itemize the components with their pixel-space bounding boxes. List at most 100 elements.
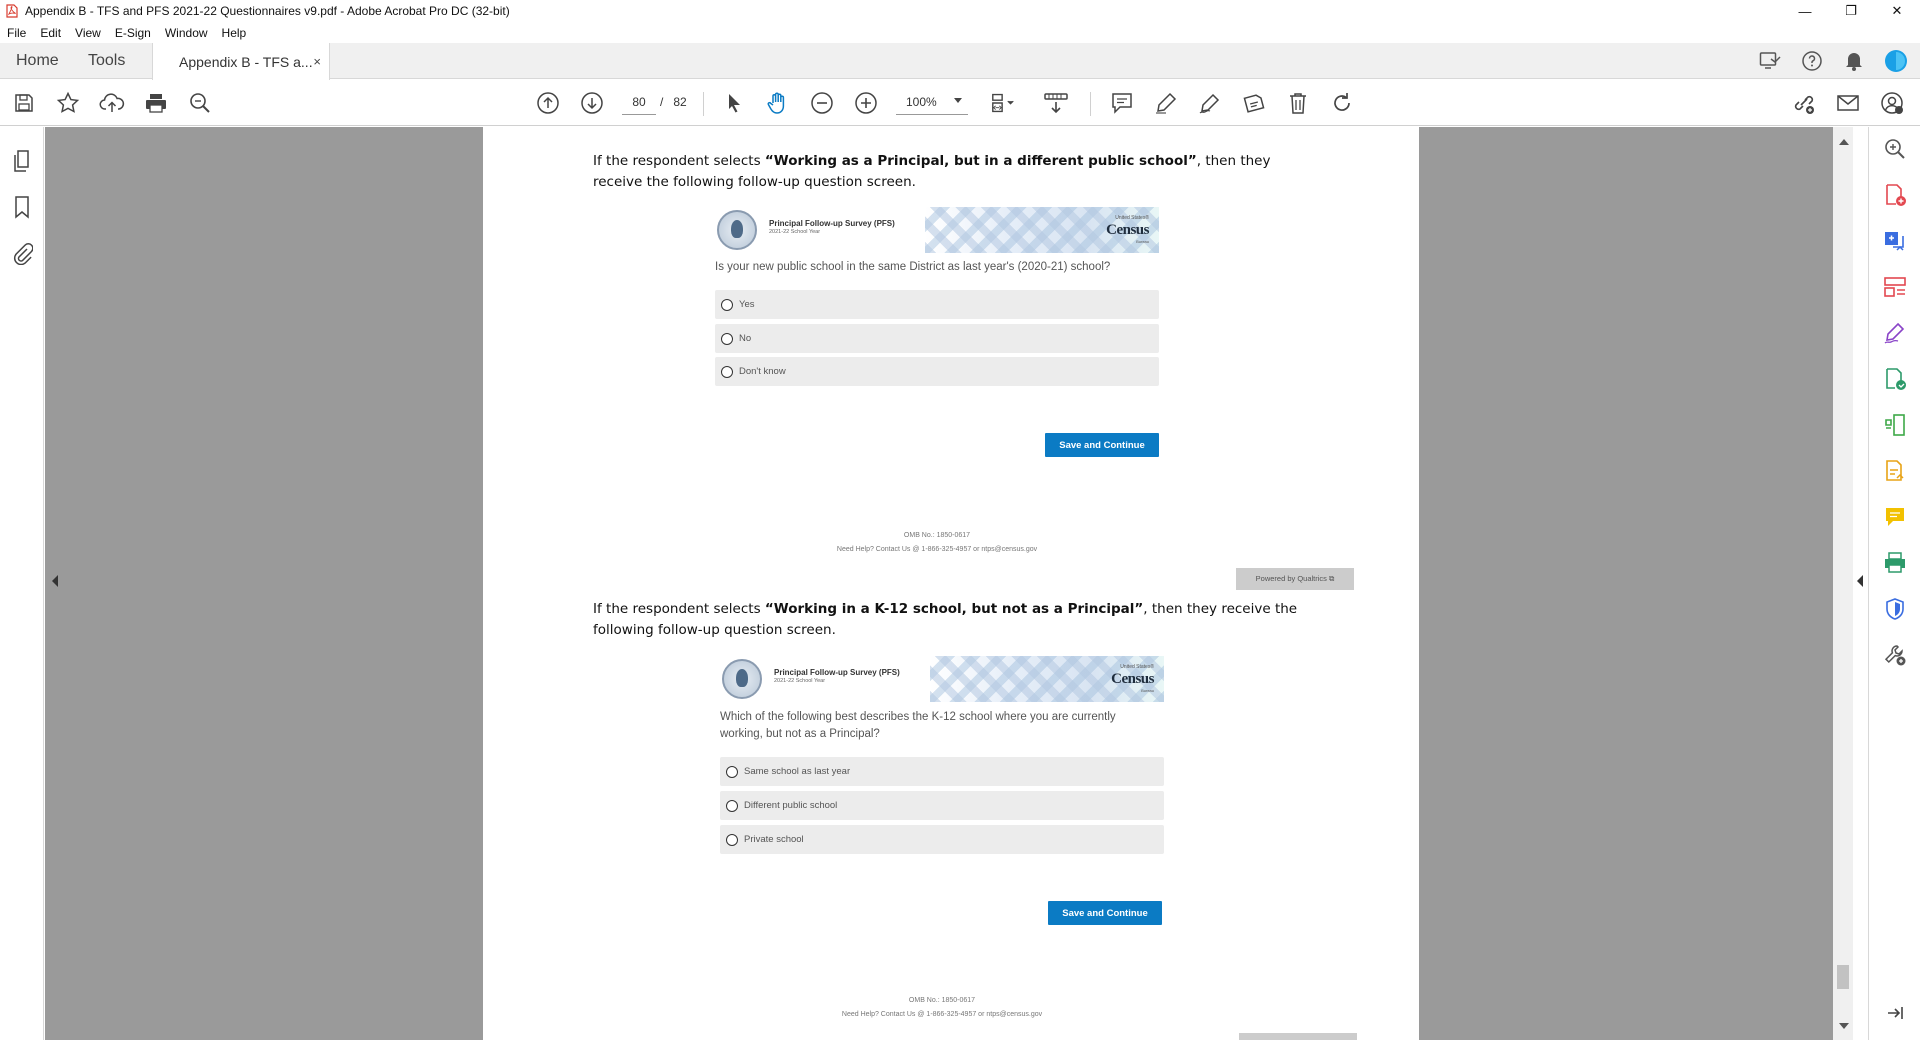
option-different-public-school[interactable]: Different public school (720, 791, 1164, 820)
option-dont-know[interactable]: Don't know (715, 357, 1159, 386)
bookmark-star-icon[interactable] (54, 89, 82, 117)
pdf-page: If the respondent selects “Working as a … (483, 127, 1419, 1040)
rotate-icon[interactable] (1328, 89, 1356, 117)
tab-home[interactable]: Home (16, 43, 59, 79)
sign-icon[interactable] (1196, 89, 1224, 117)
radio-button[interactable] (721, 365, 733, 378)
option-private-school[interactable]: Private school (720, 825, 1164, 854)
help-icon[interactable] (1800, 49, 1824, 73)
minimize-button[interactable]: — (1782, 0, 1828, 22)
option-label: Different public school (744, 800, 838, 811)
account-icon[interactable] (1878, 89, 1906, 117)
expand-pane-icon[interactable] (1883, 1001, 1907, 1025)
radio-button[interactable] (726, 799, 738, 812)
close-tab-icon[interactable]: × (313, 54, 321, 69)
menu-bar: File Edit View E-Sign Window Help (0, 22, 1920, 43)
menu-help[interactable]: Help (222, 26, 247, 40)
option-no[interactable]: No (715, 324, 1159, 353)
census-logo: United States® Census Bureau (1106, 215, 1149, 244)
menu-file[interactable]: File (7, 26, 26, 40)
notifications-bell-icon[interactable] (1842, 49, 1866, 73)
radio-button[interactable] (726, 765, 738, 778)
vertical-scrollbar[interactable] (1833, 127, 1853, 1040)
tab-row: Home Tools Appendix B - TFS a... × (0, 43, 1920, 80)
option-label: Yes (739, 299, 755, 310)
share-screen-icon[interactable] (1758, 49, 1782, 73)
menu-window[interactable]: Window (165, 26, 208, 40)
zoom-in-icon[interactable] (852, 89, 880, 117)
tab-tools[interactable]: Tools (88, 43, 125, 79)
search-zoom-icon[interactable] (186, 89, 214, 117)
tab-document[interactable]: Appendix B - TFS a... × (152, 43, 330, 80)
bookmarks-icon[interactable] (10, 195, 34, 219)
zoom-out-icon[interactable] (808, 89, 836, 117)
request-signature-icon[interactable] (1883, 459, 1907, 483)
upload-cloud-icon[interactable] (98, 89, 126, 117)
menu-view[interactable]: View (75, 26, 101, 40)
compress-icon[interactable] (1883, 413, 1907, 437)
save-and-continue-button[interactable]: Save and Continue (1045, 433, 1159, 457)
radio-button[interactable] (721, 332, 733, 345)
select-arrow-icon[interactable] (720, 89, 748, 117)
scroll-down-arrow-icon[interactable] (1839, 1023, 1849, 1029)
edit-pdf-icon[interactable] (1883, 367, 1907, 391)
stamp-icon[interactable] (1240, 89, 1268, 117)
window-controls: — ❐ ✕ (1782, 0, 1920, 22)
more-tools-icon[interactable] (1883, 643, 1907, 667)
menu-esign[interactable]: E-Sign (115, 26, 151, 40)
section2-intro: If the respondent selects “Working in a … (593, 601, 1298, 638)
document-viewport[interactable]: If the respondent selects “Working as a … (45, 127, 1868, 1040)
census-logo: United States® Census Bureau (1111, 664, 1154, 693)
save-icon[interactable] (10, 89, 38, 117)
comment-tool-icon[interactable] (1883, 505, 1907, 529)
prev-page-icon[interactable] (534, 89, 562, 117)
omb-number: OMB No.: 1850-0617 (903, 532, 971, 539)
zoom-level-dropdown[interactable]: 100% (896, 89, 968, 115)
close-window-button[interactable]: ✕ (1874, 0, 1920, 22)
share-link-icon[interactable] (1790, 89, 1818, 117)
protect-icon[interactable] (1883, 597, 1907, 621)
page-number-input[interactable]: 80 (622, 89, 656, 115)
print-icon[interactable] (142, 89, 170, 117)
banner-pattern: United States® Census Bureau (930, 656, 1164, 702)
menu-edit[interactable]: Edit (40, 26, 61, 40)
collapse-left-pane-icon[interactable] (52, 575, 58, 587)
toolbar-divider (1090, 92, 1091, 116)
comment-icon[interactable] (1108, 89, 1136, 117)
option-label: Private school (744, 834, 804, 845)
right-tools-pane (1868, 127, 1920, 1040)
scroll-mode-icon[interactable] (1042, 89, 1070, 117)
radio-button[interactable] (726, 833, 738, 846)
attachments-icon[interactable] (10, 241, 34, 265)
option-same-school[interactable]: Same school as last year (720, 757, 1164, 786)
export-pdf-icon[interactable] (1883, 183, 1907, 207)
enhance-scan-icon[interactable] (1883, 137, 1907, 161)
highlight-pen-icon[interactable] (1152, 89, 1180, 117)
option-yes[interactable]: Yes (715, 290, 1159, 319)
fill-sign-icon[interactable] (1883, 321, 1907, 345)
account-avatar-icon[interactable] (1884, 49, 1908, 73)
powered-by-qualtrics[interactable]: Powered by Qualtrics ⧉ (1236, 568, 1354, 590)
hand-tool-icon[interactable] (764, 89, 792, 117)
tab-document-label: Appendix B - TFS a... (179, 53, 313, 70)
department-seal-icon (717, 210, 757, 250)
scroll-thumb[interactable] (1837, 965, 1849, 989)
radio-button[interactable] (721, 298, 733, 311)
scroll-up-arrow-icon[interactable] (1839, 139, 1849, 145)
email-icon[interactable] (1834, 89, 1862, 117)
next-page-icon[interactable] (578, 89, 606, 117)
tabrow-actions (1758, 43, 1908, 79)
zoom-level-value: 100% (906, 94, 937, 109)
survey-header-2: Principal Follow-up Survey (PFS) 2021-22… (720, 656, 1164, 702)
pages-icon[interactable] (10, 149, 34, 173)
option-label: Don't know (739, 366, 786, 377)
collapse-right-pane-icon[interactable] (1857, 575, 1863, 587)
delete-icon[interactable] (1284, 89, 1312, 117)
create-pdf-icon[interactable] (1883, 229, 1907, 253)
organize-pages-icon[interactable] (1883, 275, 1907, 299)
restore-button[interactable]: ❐ (1828, 0, 1874, 22)
page-fit-icon[interactable] (990, 89, 1018, 117)
print-production-icon[interactable] (1883, 551, 1907, 575)
save-and-continue-button[interactable]: Save and Continue (1048, 901, 1162, 925)
help-contact: Need Help? Contact Us @ 1-866-325-4957 o… (841, 1011, 1043, 1018)
